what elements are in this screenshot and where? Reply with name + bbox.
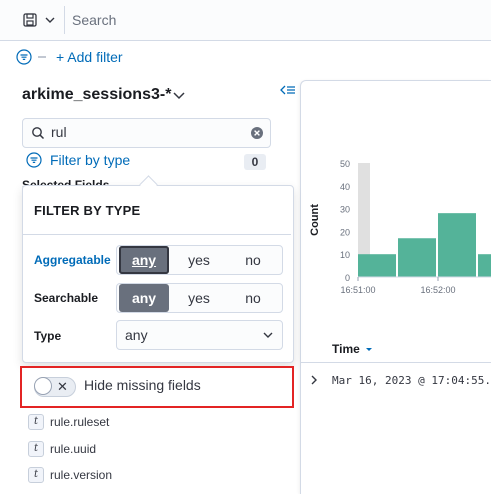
searchable-button-group: any yes no (116, 283, 283, 313)
chevron-down-icon (263, 332, 273, 338)
searchable-any-button[interactable]: any (119, 284, 169, 312)
field-name: rule.ruleset (50, 415, 110, 429)
table-header-divider (300, 362, 491, 363)
field-name: rule.uuid (50, 442, 97, 456)
time-header-label: Time (332, 342, 360, 356)
type-select[interactable]: any (116, 320, 283, 350)
search-icon (32, 127, 45, 140)
y-axis-label: Count (309, 204, 321, 236)
histogram-bar (478, 254, 491, 277)
active-filter-count-badge: 0 (244, 154, 266, 170)
field-name: rule.version (50, 468, 113, 482)
field-search-box[interactable] (22, 118, 271, 148)
search-input[interactable] (66, 6, 491, 34)
y-tick-label: 50 (340, 159, 350, 169)
save-icon (23, 13, 37, 27)
filter-by-type-button[interactable]: Filter by type (26, 152, 130, 168)
filter-by-type-popover: FILTER BY TYPE Aggregatable any yes no S… (22, 185, 294, 363)
filter-options-icon[interactable] (16, 49, 32, 65)
field-list-item[interactable]: t rule.uuid (28, 441, 96, 457)
index-pattern-title[interactable]: arkime_sessions3-* (22, 86, 171, 104)
y-tick-label: 40 (340, 182, 350, 192)
chevron-down-icon (45, 17, 55, 23)
histogram-chart: Count 0 10 20 30 40 50 16:51:00 16:52:00 (309, 159, 491, 295)
aggregatable-no-button[interactable]: no (228, 246, 278, 274)
hide-missing-fields-row: ✕ Hide missing fields (20, 366, 294, 408)
query-bar (0, 0, 491, 41)
aggregatable-label: Aggregatable (34, 253, 111, 267)
switch-knob (34, 377, 52, 395)
string-type-icon: t (28, 441, 44, 457)
x-tick-label: 16:51:00 (340, 285, 375, 295)
aggregatable-button-group: any yes no (116, 245, 283, 275)
hide-missing-fields-label: Hide missing fields (84, 377, 201, 393)
aggregatable-any-button[interactable]: any (119, 246, 169, 274)
field-list-item[interactable]: t rule.ruleset (28, 414, 109, 430)
add-filter-link[interactable]: + Add filter (56, 49, 123, 65)
popover-title: FILTER BY TYPE (34, 203, 141, 218)
filter-icon (26, 152, 42, 168)
expand-row-chevron-icon[interactable] (308, 374, 320, 386)
field-list-item[interactable]: t rule.version (28, 467, 112, 483)
y-tick-label: 20 (340, 227, 350, 237)
searchable-yes-button[interactable]: yes (174, 284, 224, 312)
histogram-bar (358, 254, 396, 277)
y-tick-label: 0 (345, 273, 350, 283)
divider-dash-icon (38, 56, 46, 58)
clear-icon[interactable] (250, 126, 264, 140)
filter-by-type-label: Filter by type (50, 152, 131, 168)
collapse-sidebar-icon[interactable] (280, 84, 296, 96)
saved-query-button[interactable] (16, 6, 65, 34)
type-select-value: any (125, 327, 148, 343)
time-column-header[interactable]: Time (332, 342, 374, 356)
row-timestamp: Mar 16, 2023 @ 17:04:55. (332, 374, 491, 387)
popover-divider (23, 234, 291, 235)
aggregatable-yes-button[interactable]: yes (174, 246, 224, 274)
type-label: Type (34, 329, 62, 343)
string-type-icon: t (28, 414, 44, 430)
histogram-bar (398, 238, 436, 277)
string-type-icon: t (28, 467, 44, 483)
chevron-down-icon[interactable] (172, 90, 186, 102)
close-icon: ✕ (57, 379, 68, 394)
x-tick-label: 16:52:00 (420, 285, 455, 295)
sort-caret-icon (365, 348, 372, 351)
hide-missing-fields-switch[interactable]: ✕ (34, 377, 76, 397)
histogram-bar (438, 213, 476, 277)
filter-row: + Add filter (16, 46, 123, 68)
searchable-no-button[interactable]: no (228, 284, 278, 312)
field-search-input[interactable] (51, 122, 241, 142)
searchable-label: Searchable (34, 291, 99, 305)
y-tick-label: 10 (340, 250, 350, 260)
y-tick-label: 30 (340, 205, 350, 215)
